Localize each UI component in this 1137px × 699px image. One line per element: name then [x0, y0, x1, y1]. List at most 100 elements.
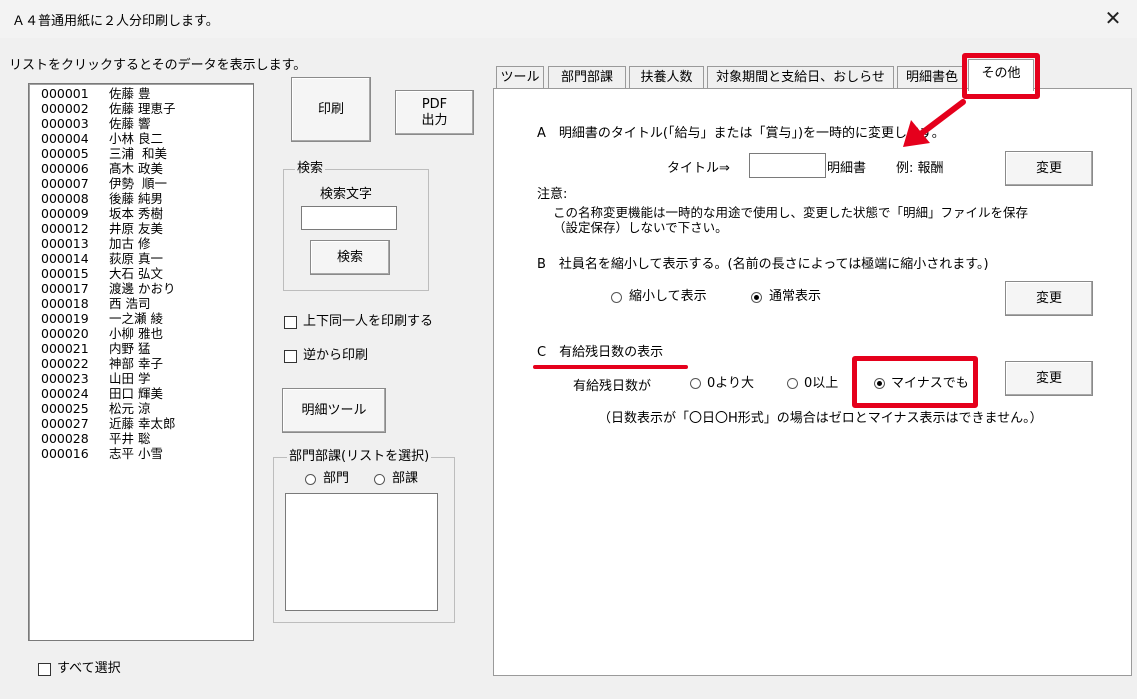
employee-id: 000025 — [41, 401, 89, 416]
list-item[interactable]: 000007 伊勢 順一 — [41, 176, 253, 191]
employee-name: 後藤 純男 — [109, 191, 163, 206]
employee-id: 000002 — [41, 101, 89, 116]
employee-name: 志平 小雪 — [109, 446, 163, 461]
negative-radio[interactable] — [874, 378, 885, 389]
paid-leave-label: 有給残日数が — [573, 379, 652, 394]
tab-dependents[interactable]: 扶養人数 — [629, 66, 704, 88]
list-item[interactable]: 000015 大石 弘文 — [41, 266, 253, 281]
close-icon[interactable]: ✕ — [1099, 4, 1127, 32]
list-item[interactable]: 000025 松元 涼 — [41, 401, 253, 416]
list-item[interactable]: 000006 髙木 政美 — [41, 161, 253, 176]
search-input[interactable] — [301, 206, 397, 230]
tab-tool[interactable]: ツール — [496, 66, 544, 88]
pdf-output-button[interactable]: PDF 出力 — [395, 90, 474, 135]
list-item[interactable]: 000024 田口 輝美 — [41, 386, 253, 401]
tab-period[interactable]: 対象期間と支給日、おしらせ — [707, 66, 894, 88]
employee-name: 坂本 秀樹 — [109, 206, 163, 221]
list-item[interactable]: 000028 平井 聡 — [41, 431, 253, 446]
employee-id: 000023 — [41, 371, 89, 386]
list-item[interactable]: 000018 西 浩司 — [41, 296, 253, 311]
list-item[interactable]: 000027 近藤 幸太郎 — [41, 416, 253, 431]
employee-id: 000024 — [41, 386, 89, 401]
list-item[interactable]: 000023 山田 学 — [41, 371, 253, 386]
annotation-underline — [533, 365, 688, 369]
list-item[interactable]: 000009 坂本 秀樹 — [41, 206, 253, 221]
detail-tool-button[interactable]: 明細ツール — [282, 388, 386, 433]
employee-id: 000008 — [41, 191, 89, 206]
list-item[interactable]: 000004 小林 良二 — [41, 131, 253, 146]
employee-id: 000020 — [41, 326, 89, 341]
employee-id: 000001 — [41, 86, 89, 101]
employee-id: 000013 — [41, 236, 89, 251]
list-item[interactable]: 000021 内野 猛 — [41, 341, 253, 356]
employee-name: 渡邊 かおり — [109, 281, 176, 296]
tab-color[interactable]: 明細書色 — [897, 66, 967, 88]
list-item[interactable]: 000017 渡邊 かおり — [41, 281, 253, 296]
employee-id: 000027 — [41, 416, 89, 431]
list-item[interactable]: 000013 加古 修 — [41, 236, 253, 251]
dept-group-title: 部門部課(リストを選択) — [287, 449, 432, 464]
select-all-checkbox[interactable] — [38, 663, 51, 676]
employee-id: 000021 — [41, 341, 89, 356]
employee-id: 000007 — [41, 176, 89, 191]
print-button[interactable]: 印刷 — [291, 77, 371, 142]
annotation-arrow-icon — [903, 99, 966, 147]
list-item[interactable]: 000001 佐藤 豊 — [41, 86, 253, 101]
ge0-radio[interactable] — [787, 378, 798, 389]
list-item[interactable]: 000016 志平 小雪 — [41, 446, 253, 461]
employee-id: 000006 — [41, 161, 89, 176]
section-radio[interactable] — [374, 474, 385, 485]
list-item[interactable]: 000020 小柳 雅也 — [41, 326, 253, 341]
employee-id: 000018 — [41, 296, 89, 311]
employee-id: 000009 — [41, 206, 89, 221]
title-suffix: 明細書 — [827, 161, 867, 176]
employee-id: 000005 — [41, 146, 89, 161]
section-c-note: （日数表示が「〇日〇H形式」の場合はゼロとマイナス表示はできません。） — [598, 411, 1043, 426]
list-item[interactable]: 000005 三浦 和美 — [41, 146, 253, 161]
list-item[interactable]: 000019 一之瀬 綾 — [41, 311, 253, 326]
list-item[interactable]: 000002 佐藤 理恵子 — [41, 101, 253, 116]
dept-listbox[interactable] — [285, 493, 438, 611]
employee-id: 000014 — [41, 251, 89, 266]
employee-name: 加古 修 — [109, 236, 151, 251]
normal-radio[interactable] — [751, 292, 762, 303]
employee-id: 000016 — [41, 446, 89, 461]
employee-id: 000019 — [41, 311, 89, 326]
tab-dept[interactable]: 部門部課 — [548, 66, 626, 88]
employee-name: 山田 学 — [109, 371, 151, 386]
dept-radio[interactable] — [305, 474, 316, 485]
employee-id: 000028 — [41, 431, 89, 446]
employee-name: 小柳 雅也 — [109, 326, 163, 341]
same-person-checkbox[interactable] — [284, 316, 297, 329]
employee-listbox[interactable]: 000001 佐藤 豊 000002 佐藤 理恵子 000003 佐藤 響 000004 小林… — [28, 83, 254, 641]
list-item[interactable]: 000022 神部 幸子 — [41, 356, 253, 371]
employee-name: 一之瀬 綾 — [109, 311, 163, 326]
list-item[interactable]: 000014 荻原 真一 — [41, 251, 253, 266]
section-a-heading: A 明細書のタイトル(「給与」または「賞与」)を一時的に変更します。 — [537, 126, 945, 141]
title-input[interactable] — [749, 153, 826, 178]
title-arrow-label: タイトル⇒ — [667, 161, 730, 176]
gt0-radio-label: 0より大 — [707, 376, 755, 391]
section-a-change-button[interactable]: 変更 — [1005, 151, 1093, 186]
reverse-print-checkbox[interactable] — [284, 350, 297, 363]
employee-list: 000001 佐藤 豊 000002 佐藤 理恵子 000003 佐藤 響 000004 小林… — [29, 84, 253, 461]
select-all-label: すべて選択 — [57, 661, 121, 676]
section-c-change-button[interactable]: 変更 — [1005, 361, 1093, 396]
list-item[interactable]: 000003 佐藤 響 — [41, 116, 253, 131]
note-line-2: （設定保存）しないで下さい。 — [553, 220, 728, 235]
employee-name: 伊勢 順一 — [109, 176, 167, 191]
employee-id: 000015 — [41, 266, 89, 281]
section-radio-label: 部課 — [392, 471, 419, 486]
employee-name: 平井 聡 — [109, 431, 151, 446]
list-item[interactable]: 000008 後藤 純男 — [41, 191, 253, 206]
employee-name: 近藤 幸太郎 — [109, 416, 176, 431]
list-item[interactable]: 000012 井原 友美 — [41, 221, 253, 236]
employee-id: 000012 — [41, 221, 89, 236]
shrink-radio[interactable] — [611, 292, 622, 303]
employee-name: 小林 良二 — [109, 131, 163, 146]
gt0-radio[interactable] — [690, 378, 701, 389]
section-c-heading: C 有給残日数の表示 — [537, 345, 664, 360]
search-button[interactable]: 検索 — [310, 240, 390, 275]
section-b-change-button[interactable]: 変更 — [1005, 281, 1093, 316]
search-group-title: 検索 — [295, 161, 326, 176]
